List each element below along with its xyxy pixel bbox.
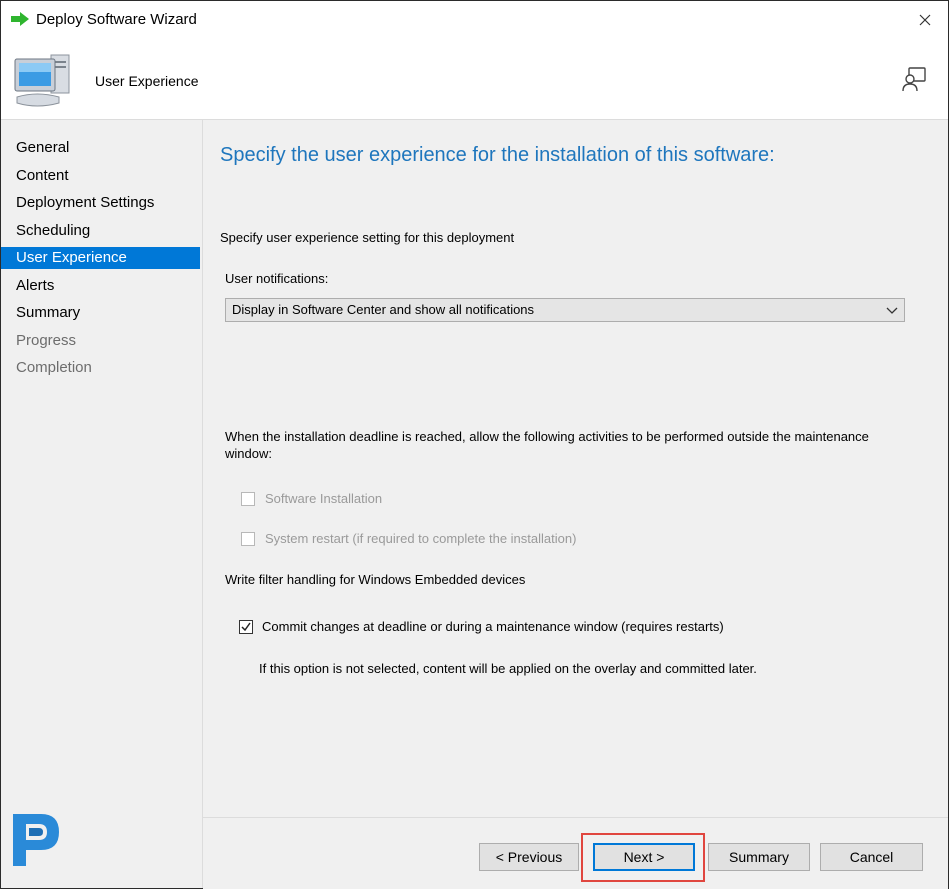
page-header-title: User Experience: [95, 73, 199, 89]
wizard-sidebar: General Content Deployment Settings Sche…: [1, 120, 203, 888]
next-button-highlight: [581, 833, 705, 882]
wizard-footer: < Previous Next > Summary Cancel: [203, 817, 948, 889]
close-button[interactable]: [902, 1, 948, 39]
sidebar-item-content[interactable]: Content: [1, 165, 200, 187]
sidebar-item-deployment-settings[interactable]: Deployment Settings: [1, 192, 200, 214]
checkmark-icon: [241, 622, 251, 632]
sidebar-item-progress: Progress: [16, 332, 77, 349]
summary-button[interactable]: Summary: [708, 843, 810, 871]
write-filter-label: Write filter handling for Windows Embedd…: [225, 572, 526, 587]
system-restart-label: System restart (if required to complete …: [265, 531, 577, 546]
software-installation-checkbox[interactable]: [241, 492, 255, 506]
chevron-down-icon: [886, 307, 898, 314]
commit-changes-label: Commit changes at deadline or during a m…: [262, 619, 724, 634]
notifications-label: User notifications:: [225, 271, 329, 286]
sidebar-item-summary[interactable]: Summary: [1, 302, 200, 324]
sidebar-item-scheduling[interactable]: Scheduling: [1, 220, 200, 242]
deadline-text-line2: window:: [225, 446, 272, 461]
sidebar-item-completion: Completion: [16, 359, 92, 376]
sidebar-item-user-experience[interactable]: User Experience: [1, 247, 200, 269]
title-bar: Deploy Software Wizard: [1, 1, 948, 39]
commit-note: If this option is not selected, content …: [259, 661, 757, 676]
help-icon[interactable]: [900, 65, 928, 93]
close-icon: [919, 14, 931, 26]
system-restart-checkbox[interactable]: [241, 532, 255, 546]
previous-button[interactable]: < Previous: [479, 843, 579, 871]
p-logo-icon: [13, 814, 59, 866]
window-title: Deploy Software Wizard: [36, 11, 197, 28]
main-panel: Specify the user experience for the inst…: [203, 120, 948, 817]
deadline-text-line1: When the installation deadline is reache…: [225, 429, 869, 444]
computer-icon: [14, 54, 70, 107]
cancel-button[interactable]: Cancel: [820, 843, 923, 871]
software-installation-label: Software Installation: [265, 491, 383, 506]
wizard-header: User Experience: [1, 39, 948, 120]
commit-changes-checkbox[interactable]: [239, 620, 253, 634]
setting-label: Specify user experience setting for this…: [220, 230, 515, 245]
wizard-window: Deploy Software Wizard User Experience G…: [0, 0, 949, 889]
green-arrow-icon: [11, 12, 29, 26]
user-notifications-select[interactable]: Display in Software Center and show all …: [225, 298, 905, 322]
user-notifications-value: Display in Software Center and show all …: [232, 302, 535, 317]
sidebar-item-alerts[interactable]: Alerts: [1, 275, 200, 297]
page-title: Specify the user experience for the inst…: [220, 144, 775, 166]
sidebar-item-general[interactable]: General: [1, 137, 200, 159]
